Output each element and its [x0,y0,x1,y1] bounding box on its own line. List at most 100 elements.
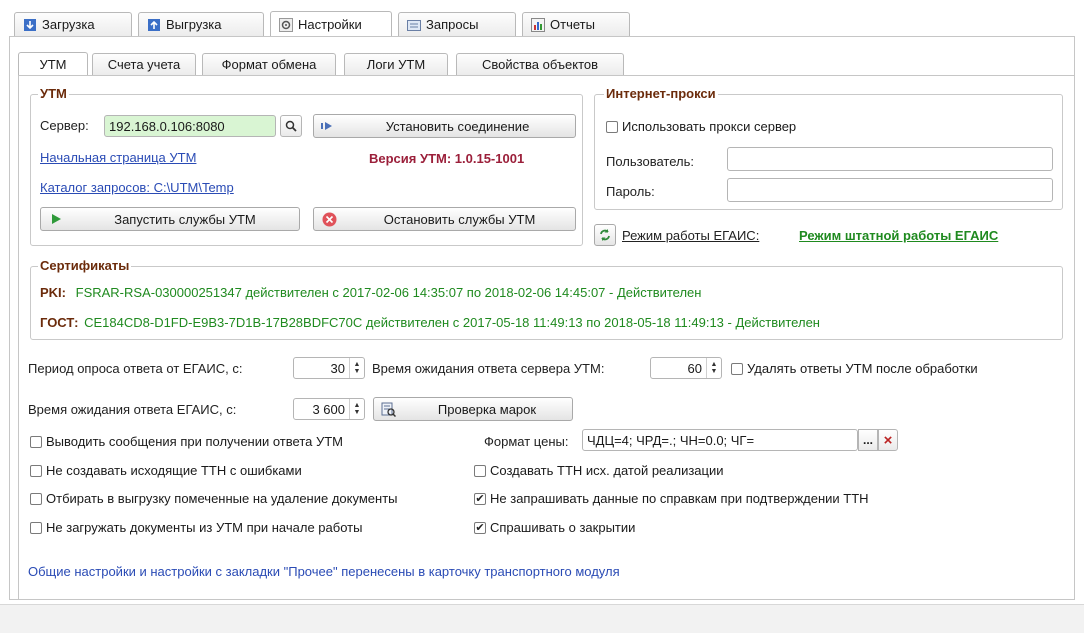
checkbox-label: Не загружать документы из УТМ при начале… [46,520,363,535]
price-format-input[interactable]: ЧДЦ=4; ЧРД=.; ЧН=0.0; ЧГ= [582,429,858,451]
utm-wait-value: 60 [687,360,702,376]
tab-label: Отчеты [550,17,595,32]
pki-label: PKI: [40,285,66,300]
subtab-exchange-format[interactable]: Формат обмена [202,53,336,75]
checkbox-label: Не создавать исходящие ТТН с ошибками [46,463,302,478]
checkbox-box [30,492,42,505]
checkbox-box [474,464,486,477]
delete-answers-checkbox[interactable]: Удалять ответы УТМ после обработки [731,361,978,376]
proxy-group-title: Интернет-прокси [604,86,718,101]
tab-label: Загрузка [42,17,95,32]
subtab-utm-logs[interactable]: Логи УТМ [344,53,448,75]
gost-validity: действителен с 2017-05-18 11:49:13 по 20… [362,315,820,330]
ask-on-close-checkbox[interactable]: ✔ Спрашивать о закрытии [474,520,635,535]
ttn-date-checkbox[interactable]: Создавать ТТН исх. датой реализации [474,463,724,478]
server-value: 192.168.0.106:8080 [109,118,225,134]
ellipsis-icon: ... [862,433,873,447]
checkbox-box [30,521,42,534]
gost-label: ГОСТ: [40,315,79,330]
egais-mode-label[interactable]: Режим работы ЕГАИС: [622,228,759,243]
subtab-object-properties[interactable]: Свойства объектов [456,53,624,75]
subtab-label: Логи УТМ [366,57,426,72]
tab-reports[interactable]: Отчеты [522,12,630,36]
proxy-user-label: Пользователь: [606,154,694,169]
tab-unload[interactable]: Выгрузка [138,12,264,36]
price-format-label: Формат цены: [484,434,569,449]
checkbox-label: Спрашивать о закрытии [490,520,636,535]
reports-icon [531,17,545,32]
certificates-group-title: Сертификаты [38,258,132,273]
no-request-certificates-checkbox[interactable]: ✔ Не запрашивать данные по справкам при … [474,491,869,506]
clear-glyph: × [883,431,893,449]
search-icon[interactable] [280,115,302,137]
spin-arrows-icon[interactable]: ▲ ▼ [349,399,364,419]
checkbox-box [731,362,743,375]
checkbox-checked-icon: ✔ [474,521,486,534]
use-proxy-label: Использовать прокси сервер [622,119,797,134]
poll-period-value: 30 [330,360,345,376]
checkbox-label: Выводить сообщения при получении ответа … [46,434,343,449]
poll-period-input[interactable]: 30 ▲ ▼ [293,357,365,379]
checkbox-checked-icon: ✔ [474,492,486,505]
refresh-icon[interactable] [594,224,616,246]
subtab-label: УТМ [39,57,67,72]
egais-wait-value: 3 600 [312,401,345,417]
select-deleted-checkbox[interactable]: Отбирать в выгрузку помеченные на удален… [30,491,398,506]
status-bar [0,604,1084,633]
subtab-label: Формат обмена [221,57,317,72]
catalog-link[interactable]: Каталог запросов: C:\UTM\Temp [40,180,234,195]
subtab-label: Счета учета [107,57,181,72]
no-load-on-start-checkbox[interactable]: Не загружать документы из УТМ при начале… [30,520,362,535]
egais-mode-value[interactable]: Режим штатной работы ЕГАИС [799,228,998,243]
tab-requests[interactable]: Запросы [398,12,516,36]
utm-wait-input[interactable]: 60 ▲ ▼ [650,357,722,379]
spin-arrows-icon[interactable]: ▲ ▼ [349,358,364,378]
pki-row: PKI: FSRAR-RSA-030000251347 действителен… [40,285,701,300]
checkbox-box [606,120,618,133]
show-messages-checkbox[interactable]: Выводить сообщения при получении ответа … [30,434,343,449]
connect-icon [314,121,340,131]
connect-button[interactable]: Установить соединение [313,114,576,138]
stop-icon [314,212,344,227]
gost-row: ГОСТ: CE184CD8-D1FD-E9B3-7D1B-17B28BDFC7… [40,315,820,330]
spin-arrows-icon[interactable]: ▲ ▼ [706,358,721,378]
egais-wait-input[interactable]: 3 600 ▲ ▼ [293,398,365,420]
price-format-select-button[interactable]: ... [858,429,878,451]
delete-answers-label: Удалять ответы УТМ после обработки [747,361,978,376]
checkbox-box [30,435,42,448]
use-proxy-checkbox[interactable]: Использовать прокси сервер [606,119,796,134]
price-format-value: ЧДЦ=4; ЧРД=.; ЧН=0.0; ЧГ= [587,432,755,448]
subtab-label: Свойства объектов [481,57,599,72]
start-services-button[interactable]: Запустить службы УТМ [40,207,300,231]
pki-validity: действителен с 2017-02-06 14:35:07 по 20… [241,285,702,300]
proxy-password-input[interactable] [727,178,1053,202]
utm-wait-label: Время ожидания ответа сервера УТМ: [372,361,605,376]
subtab-utm[interactable]: УТМ [18,52,88,76]
tab-label: Выгрузка [166,17,222,32]
stop-services-label: Остановить службы УТМ [383,211,536,227]
clear-icon[interactable]: × [878,429,898,451]
connect-label: Установить соединение [385,118,530,134]
server-input[interactable]: 192.168.0.106:8080 [104,115,276,137]
pki-id: FSRAR-RSA-030000251347 [75,285,242,300]
check-marks-label: Проверка марок [437,401,537,417]
download-icon [23,18,37,32]
checkbox-label: Не запрашивать данные по справкам при по… [490,491,869,506]
no-error-ttn-checkbox[interactable]: Не создавать исходящие ТТН с ошибками [30,463,302,478]
play-icon [41,214,71,224]
upload-icon [147,18,161,32]
footer-note: Общие настройки и настройки с закладки "… [28,564,620,579]
tab-load[interactable]: Загрузка [14,12,132,36]
poll-period-label: Период опроса ответа от ЕГАИС, с: [28,361,243,376]
start-page-link[interactable]: Начальная страница УТМ [40,150,196,165]
proxy-password-label: Пароль: [606,184,655,199]
egais-wait-label: Время ожидания ответа ЕГАИС, с: [28,402,237,417]
check-marks-button[interactable]: Проверка марок [373,397,573,421]
tab-settings[interactable]: Настройки [270,11,392,37]
subtab-accounts[interactable]: Счета учета [92,53,196,75]
stop-services-button[interactable]: Остановить службы УТМ [313,207,576,231]
proxy-user-input[interactable] [727,147,1053,171]
checkbox-box [30,464,42,477]
utm-group-title: УТМ [38,86,69,101]
checkbox-label: Отбирать в выгрузку помеченные на удален… [46,491,398,506]
